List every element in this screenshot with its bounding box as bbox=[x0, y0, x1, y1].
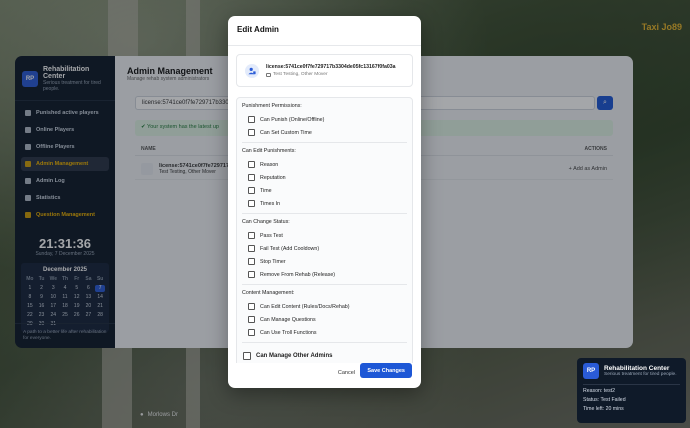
permission-label: Can Punish (Online/Offline) bbox=[260, 116, 325, 123]
permission-label: Time bbox=[260, 187, 272, 194]
permission-option[interactable]: Fail Test (Add Cooldown) bbox=[242, 242, 407, 255]
permission-checkbox[interactable] bbox=[248, 161, 255, 168]
permission-group-title: Can Edit Punishments: bbox=[242, 148, 296, 154]
permission-option[interactable]: Time bbox=[242, 184, 407, 197]
permission-checkbox[interactable] bbox=[248, 316, 255, 323]
permission-label: Fail Test (Add Cooldown) bbox=[260, 245, 320, 252]
permission-option[interactable]: Reputation bbox=[242, 171, 407, 184]
notification-time-left: Time left: 20 mins bbox=[583, 406, 624, 412]
permission-checkbox[interactable] bbox=[248, 116, 255, 123]
notification-title: Rehabilitation Center bbox=[604, 365, 670, 372]
permission-checkbox[interactable] bbox=[248, 129, 255, 136]
user-card: license:5741ce0f7fe729717b3304de05fc1316… bbox=[236, 54, 413, 87]
id-card-icon bbox=[266, 72, 271, 77]
modal-title: Edit Admin bbox=[237, 25, 279, 34]
user-license: license:5741ce0f7fe729717b3304de05fc1316… bbox=[266, 64, 396, 70]
permission-option[interactable]: Can Set Custom Time bbox=[242, 126, 407, 139]
permission-label: Can Edit Content (Rules/Docs/Rehab) bbox=[260, 303, 350, 310]
permission-label: Stop Timer bbox=[260, 258, 286, 265]
permission-option[interactable]: Reason bbox=[242, 158, 407, 171]
manage-admins-checkbox[interactable] bbox=[243, 352, 251, 360]
permission-label: Times In bbox=[260, 200, 281, 207]
permission-group-title: Content Management: bbox=[242, 290, 295, 296]
permission-label: Can Use Troll Functions bbox=[260, 329, 317, 336]
notification-subtitle: Serious treatment for tired people. bbox=[604, 372, 677, 377]
permission-checkbox[interactable] bbox=[248, 329, 255, 336]
permissions-box: Punishment Permissions: Can Punish (Onlin… bbox=[236, 97, 413, 363]
permission-option[interactable]: Can Manage Questions bbox=[242, 313, 407, 326]
modal-divider bbox=[228, 45, 421, 46]
permission-checkbox[interactable] bbox=[248, 303, 255, 310]
manage-admins-label: Can Manage Other Admins bbox=[256, 353, 333, 359]
permission-option[interactable]: Can Edit Content (Rules/Docs/Rehab) bbox=[242, 300, 407, 313]
permission-label: Reason bbox=[260, 161, 279, 168]
modal-footer: Cancel Save Changes bbox=[228, 360, 421, 388]
permission-label: Can Manage Questions bbox=[260, 316, 316, 323]
group-divider bbox=[242, 284, 407, 285]
permission-option[interactable]: Times In bbox=[242, 197, 407, 210]
group-divider bbox=[242, 213, 407, 214]
permission-checkbox[interactable] bbox=[248, 187, 255, 194]
notification-toast: RP Rehabilitation Center Serious treatme… bbox=[577, 358, 686, 423]
user-sub: Test Testing, Other Mover bbox=[266, 72, 396, 77]
user-shield-icon bbox=[245, 63, 259, 78]
permission-checkbox[interactable] bbox=[248, 174, 255, 181]
cancel-button[interactable]: Cancel bbox=[332, 366, 361, 380]
permission-group-title: Punishment Permissions: bbox=[242, 103, 302, 109]
permission-checkbox[interactable] bbox=[248, 232, 255, 239]
permission-label: Can Set Custom Time bbox=[260, 129, 312, 136]
group-divider bbox=[242, 142, 407, 143]
permission-option[interactable]: Remove From Rehab (Release) bbox=[242, 268, 407, 281]
permission-option[interactable]: Can Use Troll Functions bbox=[242, 326, 407, 339]
edit-admin-modal: Edit Admin license:5741ce0f7fe729717b330… bbox=[228, 16, 421, 388]
user-sub-text: Test Testing, Other Mover bbox=[273, 72, 328, 77]
permission-option[interactable]: Stop Timer bbox=[242, 255, 407, 268]
permission-label: Remove From Rehab (Release) bbox=[260, 271, 336, 278]
modal-body[interactable]: license:5741ce0f7fe729717b3304de05fc1316… bbox=[236, 54, 413, 363]
permission-checkbox[interactable] bbox=[248, 245, 255, 252]
notification-badge: RP bbox=[583, 363, 599, 379]
permission-label: Reputation bbox=[260, 174, 286, 181]
save-changes-button[interactable]: Save Changes bbox=[360, 363, 412, 378]
permission-option[interactable]: Pass Test bbox=[242, 229, 407, 242]
permission-checkbox[interactable] bbox=[248, 271, 255, 278]
permission-option[interactable]: Can Punish (Online/Offline) bbox=[242, 113, 407, 126]
group-divider bbox=[242, 342, 407, 343]
permission-group-title: Can Change Status: bbox=[242, 219, 290, 225]
permission-checkbox[interactable] bbox=[248, 258, 255, 265]
permission-checkbox[interactable] bbox=[248, 200, 255, 207]
permission-label: Pass Test bbox=[260, 232, 283, 239]
notification-reason: Reason: test2 bbox=[583, 388, 616, 394]
notification-status: Status: Test Failed bbox=[583, 397, 626, 403]
